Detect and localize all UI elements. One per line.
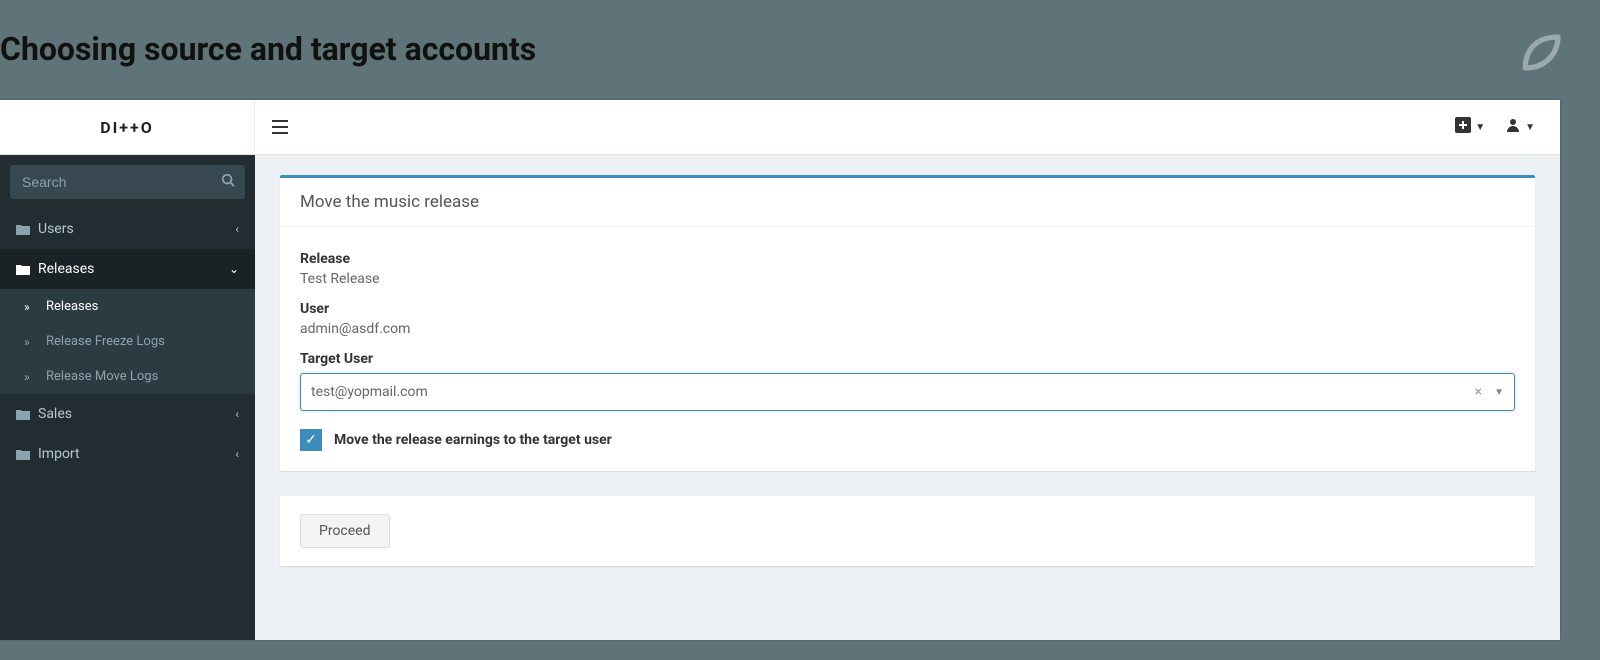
chevron-down-icon: ⌄ (229, 262, 239, 276)
clear-icon[interactable]: × (1475, 384, 1482, 400)
sidebar-subitem-label: Releases (46, 299, 98, 314)
double-chevron-icon: » (24, 335, 46, 349)
folder-icon (16, 263, 38, 275)
user-value: admin@asdf.com (300, 321, 1515, 337)
target-user-value: test@yopmail.com (311, 384, 1475, 400)
sidebar-item-users[interactable]: Users ‹ (0, 209, 255, 249)
sidebar-subitem-label: Release Move Logs (46, 369, 158, 384)
panel-move-release: Move the music release Release Test Rele… (280, 175, 1535, 471)
chevron-left-icon: ‹ (235, 222, 239, 236)
sidebar-item-sales[interactable]: Sales ‹ (0, 394, 255, 434)
user-label: User (300, 301, 1515, 317)
sidebar-search[interactable] (10, 165, 245, 199)
proceed-button[interactable]: Proceed (300, 514, 390, 548)
double-chevron-icon: » (24, 300, 46, 314)
main-content: Move the music release Release Test Rele… (255, 155, 1560, 640)
sidebar: Users ‹ Releases ⌄ » Releases » Release … (0, 155, 255, 640)
folder-icon (16, 408, 38, 420)
move-earnings-checkbox[interactable]: ✓ (300, 429, 322, 451)
app-logo: DI++O (0, 100, 255, 154)
release-label: Release (300, 251, 1515, 267)
user-menu-button[interactable]: ▼ (1505, 117, 1535, 137)
release-value: Test Release (300, 271, 1515, 287)
leaf-icon (1515, 25, 1570, 80)
panel-footer: Proceed (280, 496, 1535, 566)
search-input[interactable] (10, 174, 245, 190)
target-user-select[interactable]: test@yopmail.com × ▼ (300, 373, 1515, 411)
sidebar-item-label: Users (38, 221, 235, 237)
page-title: Choosing source and target accounts (0, 30, 1580, 68)
add-menu-button[interactable]: ▼ (1455, 117, 1485, 137)
folder-icon (16, 223, 38, 235)
target-user-label: Target User (300, 351, 1515, 367)
check-icon: ✓ (305, 432, 317, 448)
sidebar-subitem-releases[interactable]: » Releases (0, 289, 255, 324)
sidebar-subitem-release-move-logs[interactable]: » Release Move Logs (0, 359, 255, 394)
panel-title: Move the music release (280, 178, 1535, 227)
sidebar-item-label: Sales (38, 406, 235, 422)
sidebar-item-label: Import (38, 446, 235, 462)
search-icon[interactable] (221, 173, 235, 191)
chevron-left-icon: ‹ (235, 407, 239, 421)
double-chevron-icon: » (24, 370, 46, 384)
plus-square-icon (1455, 117, 1471, 137)
caret-down-icon: ▼ (1525, 122, 1535, 133)
user-icon (1505, 117, 1521, 137)
sidebar-subitem-label: Release Freeze Logs (46, 334, 165, 349)
sidebar-subitem-release-freeze-logs[interactable]: » Release Freeze Logs (0, 324, 255, 359)
sidebar-item-label: Releases (38, 261, 229, 277)
sidebar-item-import[interactable]: Import ‹ (0, 434, 255, 474)
chevron-left-icon: ‹ (235, 447, 239, 461)
caret-down-icon: ▼ (1475, 122, 1485, 133)
folder-icon (16, 448, 38, 460)
topbar: DI++O ▼ ▼ (0, 100, 1560, 155)
hamburger-button[interactable] (255, 120, 305, 134)
move-earnings-label: Move the release earnings to the target … (334, 432, 612, 448)
chevron-down-icon[interactable]: ▼ (1494, 387, 1504, 398)
sidebar-item-releases[interactable]: Releases ⌄ (0, 249, 255, 289)
